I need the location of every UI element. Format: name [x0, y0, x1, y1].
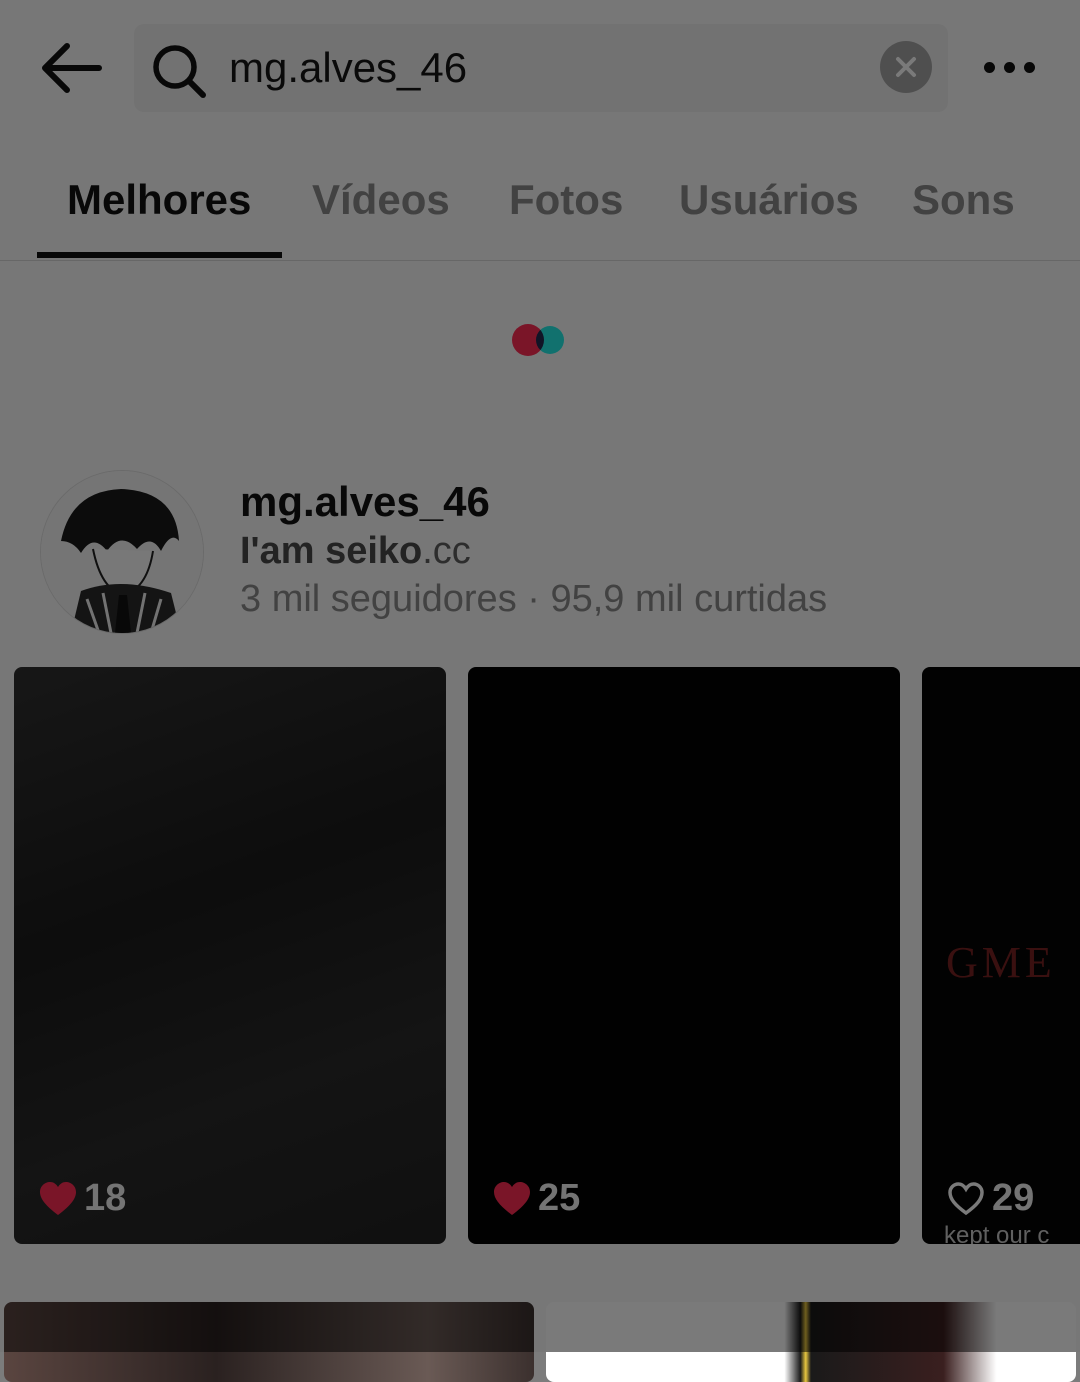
tab-melhores[interactable]: Melhores: [67, 176, 251, 224]
video-thumbnail[interactable]: GME 29 kept our c: [922, 667, 1080, 1244]
user-bio: I'am seiko.cc: [240, 530, 471, 572]
close-icon: [896, 57, 916, 77]
like-count: 25: [492, 1177, 580, 1220]
tab-videos[interactable]: Vídeos: [312, 176, 450, 224]
search-results-screen: mg.alves_46 Melhores Vídeos Fotos Usuári…: [0, 0, 1080, 1382]
heart-outline-icon: [948, 1181, 984, 1215]
heart-filled-icon: [40, 1181, 76, 1215]
tab-fotos[interactable]: Fotos: [509, 176, 623, 224]
results-tabs: Melhores Vídeos Fotos Usuários Sons: [0, 160, 1080, 261]
video-overlay-text: GME: [946, 938, 1056, 987]
tab-sons[interactable]: Sons: [912, 176, 1015, 224]
search-icon: [153, 45, 206, 98]
back-button[interactable]: [34, 36, 106, 100]
video-thumbnail[interactable]: [546, 1302, 1076, 1382]
tab-usuarios[interactable]: Usuários: [679, 176, 859, 224]
clear-search-button[interactable]: [880, 41, 932, 93]
video-caption: kept our c: [944, 1222, 1050, 1244]
video-thumbnail[interactable]: [4, 1302, 534, 1382]
avatar-illustration: [41, 471, 203, 633]
username[interactable]: mg.alves_46: [240, 478, 490, 526]
more-options-button[interactable]: [972, 48, 1046, 86]
arrow-left-icon: [42, 43, 102, 93]
active-tab-indicator: [37, 252, 282, 258]
like-count: 18: [38, 1177, 126, 1220]
heart-filled-icon: [494, 1181, 530, 1215]
avatar[interactable]: [40, 470, 204, 634]
video-thumbnail[interactable]: 18: [14, 667, 446, 1244]
loading-indicator: [512, 324, 572, 358]
video-thumbnail[interactable]: 25: [468, 667, 900, 1244]
user-stats: 3 mil seguidores · 95,9 mil curtidas: [240, 578, 828, 620]
like-count: 29: [946, 1177, 1034, 1220]
search-input[interactable]: mg.alves_46: [229, 42, 849, 94]
more-horizontal-icon: [983, 61, 995, 73]
